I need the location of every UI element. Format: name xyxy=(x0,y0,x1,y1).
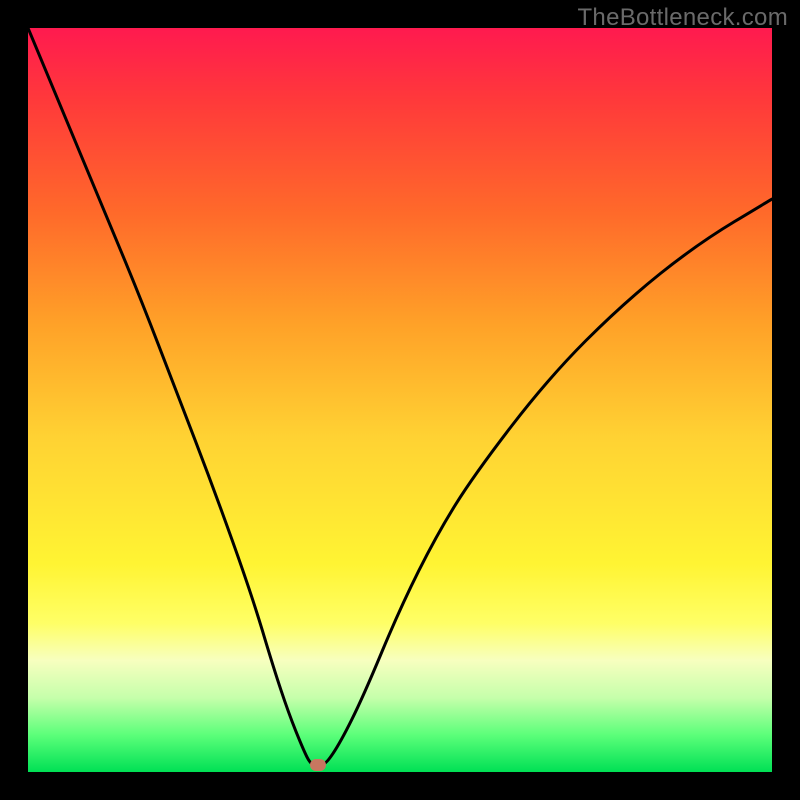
bottleneck-curve xyxy=(28,28,772,772)
chart-frame: TheBottleneck.com xyxy=(0,0,800,800)
plot-area xyxy=(28,28,772,772)
optimal-point-marker xyxy=(310,759,326,771)
